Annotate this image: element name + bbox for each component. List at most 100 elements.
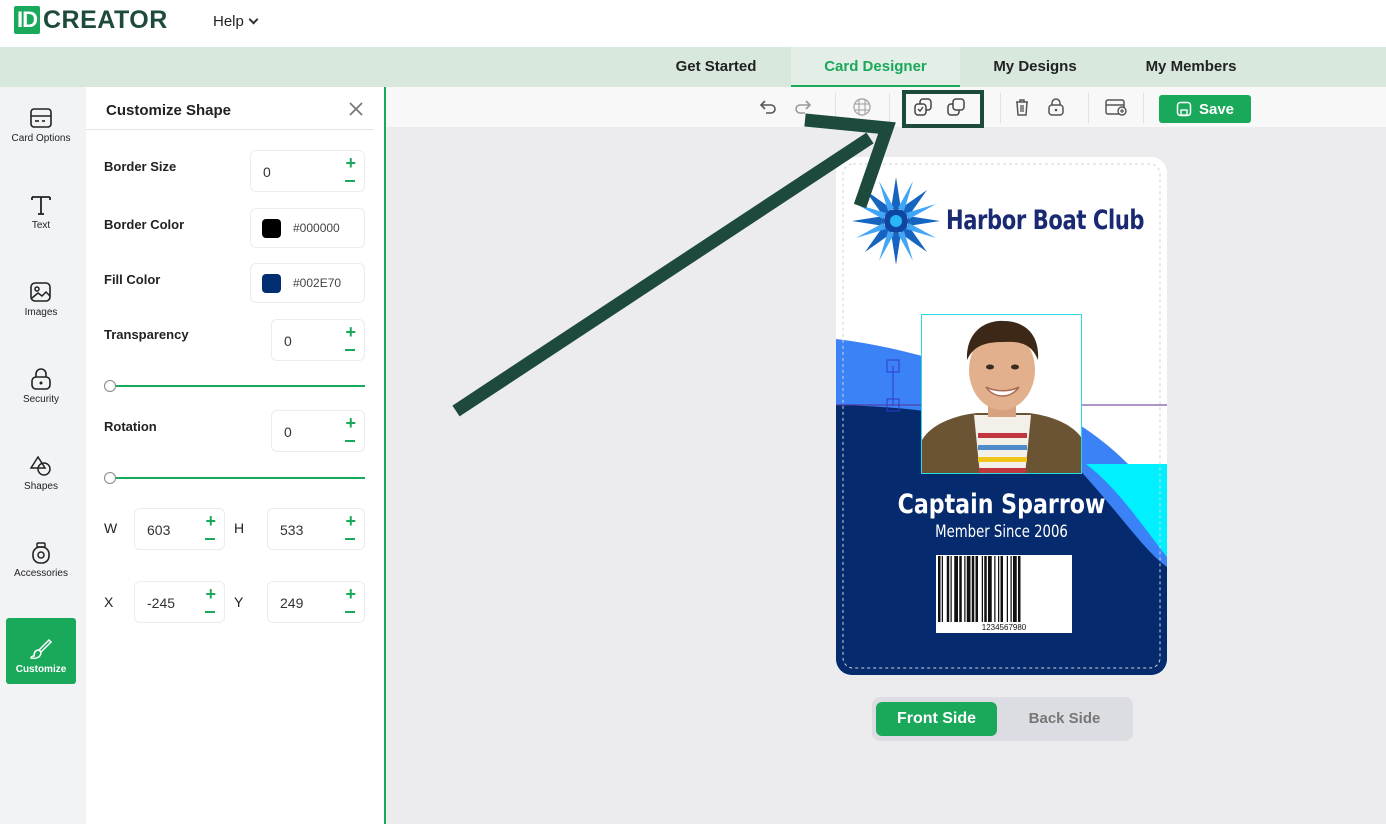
barcode-bar (1000, 556, 1003, 622)
logo-text: CREATOR (43, 5, 168, 34)
x-stepper[interactable]: -245 + (134, 581, 225, 623)
barcode-bar (959, 556, 962, 622)
minus-icon[interactable] (345, 440, 355, 442)
width-stepper[interactable]: 603 + (134, 508, 225, 550)
brush-icon (30, 638, 53, 660)
barcode-bar (1018, 556, 1021, 622)
sidebar-item-label: Card Options (11, 133, 71, 144)
plus-icon[interactable]: + (345, 512, 356, 530)
trash-icon[interactable] (1012, 97, 1032, 117)
fill-color-label: Fill Color (104, 272, 161, 287)
logo-id: ID (14, 6, 40, 34)
accessories-icon (32, 542, 50, 564)
barcode-number: 1234567980 (981, 623, 1027, 632)
sidebar-item-text[interactable]: Text (6, 174, 76, 240)
highlight-box (902, 90, 984, 128)
text-icon (31, 196, 51, 215)
minus-icon[interactable] (345, 538, 355, 540)
barcode-bar (981, 556, 983, 622)
barcode-bars (938, 556, 1021, 622)
close-icon[interactable] (348, 101, 364, 117)
barcode-bar (988, 556, 992, 622)
y-value: 249 (280, 595, 304, 611)
panel-title: Customize Shape (106, 102, 232, 119)
minus-icon[interactable] (345, 349, 355, 351)
barcode-bar (966, 556, 971, 622)
sidebar-item-label: Text (31, 220, 51, 231)
save-button[interactable]: Save (1159, 95, 1251, 123)
border-size-stepper[interactable]: 0 + (250, 150, 365, 192)
help-menu[interactable]: Help (213, 13, 259, 30)
barcode-bar (950, 556, 952, 622)
barcode-bar (998, 556, 1000, 622)
transparency-label: Transparency (104, 327, 189, 342)
tab-card-designer[interactable]: Card Designer (791, 47, 960, 87)
barcode-bar (941, 556, 943, 622)
rotation-slider[interactable] (108, 477, 365, 479)
rotation-slider-handle[interactable] (104, 472, 116, 484)
x-label: X (104, 594, 114, 610)
tool-sidebar: Card Options Text Images Security Shapes… (0, 87, 86, 824)
member-photo[interactable] (921, 314, 1082, 474)
shapes-icon (29, 455, 51, 476)
sidebar-item-security[interactable]: Security (6, 348, 76, 414)
annotation-arrow-icon (452, 113, 896, 417)
rotation-label: Rotation (104, 419, 157, 434)
barcode-bar (1013, 556, 1017, 622)
transparency-slider-handle[interactable] (104, 380, 116, 392)
transparency-slider[interactable] (108, 385, 365, 387)
member-name[interactable]: Captain Sparrow (866, 489, 1137, 520)
back-side-button[interactable]: Back Side (1003, 702, 1126, 736)
transparency-stepper[interactable]: 0 + (271, 319, 365, 361)
front-side-button[interactable]: Front Side (876, 702, 997, 736)
barcode-bar (975, 556, 978, 622)
minus-icon[interactable] (345, 611, 355, 613)
barcode-bar (954, 556, 958, 622)
customize-panel: Customize Shape Border Size 0 + Border C… (86, 87, 386, 824)
sidebar-item-customize[interactable]: Customize (6, 618, 76, 684)
tab-my-designs[interactable]: My Designs (980, 47, 1090, 87)
card-add-icon[interactable] (1104, 97, 1128, 117)
member-since[interactable]: Member Since 2006 (872, 522, 1130, 542)
lock-icon (31, 368, 51, 390)
lock-icon[interactable] (1046, 97, 1066, 117)
rotation-stepper[interactable]: 0 + (271, 410, 365, 452)
plus-icon[interactable]: + (345, 585, 356, 603)
plus-icon[interactable]: + (345, 414, 356, 432)
plus-icon[interactable]: + (345, 323, 356, 341)
border-color-picker[interactable]: #000000 (250, 208, 365, 248)
save-label: Save (1198, 100, 1235, 118)
fill-color-picker[interactable]: #002E70 (250, 263, 365, 303)
barcode-bar (994, 556, 996, 622)
sidebar-item-shapes[interactable]: Shapes (6, 435, 76, 501)
fill-color-value: #002E70 (293, 276, 342, 290)
tab-get-started[interactable]: Get Started (660, 47, 772, 87)
border-color-label: Border Color (104, 217, 185, 232)
barcode-bar (971, 556, 975, 622)
toolbar-divider (1088, 93, 1089, 123)
plus-icon[interactable]: + (205, 512, 216, 530)
y-stepper[interactable]: 249 + (267, 581, 365, 623)
minus-icon[interactable] (205, 611, 215, 613)
x-value: -245 (147, 595, 176, 611)
minus-icon[interactable] (345, 180, 355, 182)
image-icon (30, 282, 51, 302)
height-stepper[interactable]: 533 + (267, 508, 365, 550)
plus-icon[interactable]: + (205, 585, 216, 603)
barcode-bar (1006, 556, 1008, 622)
tab-my-members[interactable]: My Members (1132, 47, 1250, 87)
club-name[interactable]: Harbor Boat Club (946, 205, 1145, 236)
minus-icon[interactable] (205, 538, 215, 540)
main-nav: Get Started Card Designer My Designs My … (0, 47, 1386, 87)
logo[interactable]: ID CREATOR (14, 6, 168, 34)
plus-icon[interactable]: + (345, 154, 356, 172)
sidebar-item-label: Customize (15, 664, 67, 675)
width-label: W (104, 520, 118, 536)
sidebar-item-label: Shapes (24, 481, 58, 492)
help-label: Help (213, 13, 244, 30)
barcode[interactable]: 1234567980 (936, 555, 1072, 633)
sidebar-item-card-options[interactable]: Card Options (6, 87, 76, 153)
border-size-value: 0 (263, 164, 271, 180)
sidebar-item-accessories[interactable]: Accessories (6, 522, 76, 588)
sidebar-item-images[interactable]: Images (6, 261, 76, 327)
